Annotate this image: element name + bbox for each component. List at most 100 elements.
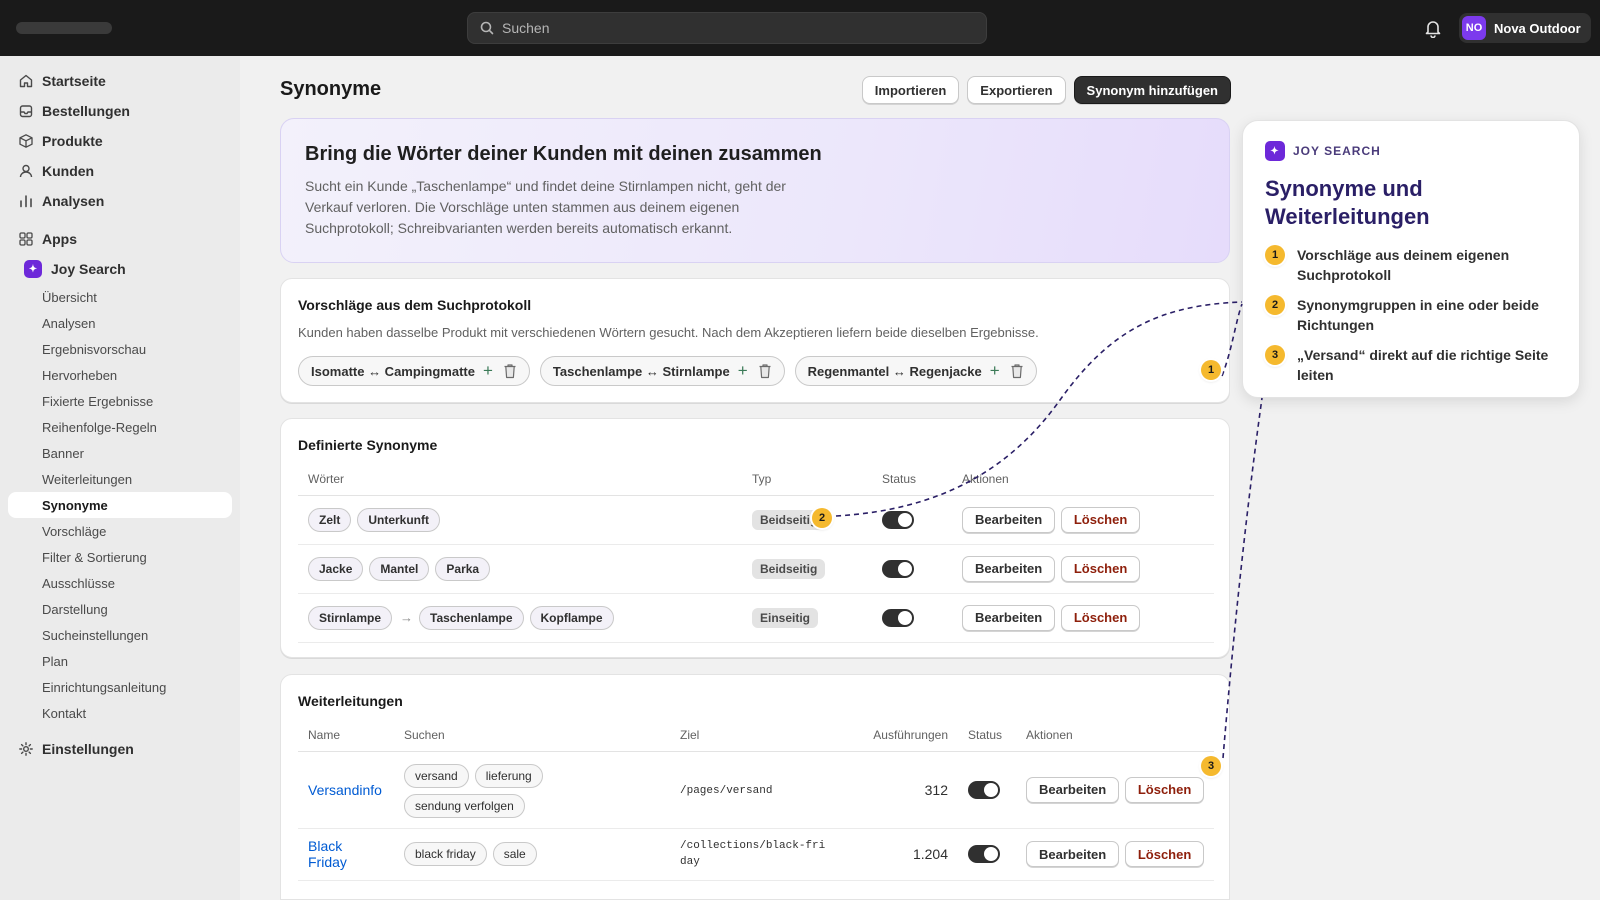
analytics-icon: [20, 195, 32, 208]
edit-button[interactable]: Bearbeiten: [1026, 841, 1120, 867]
column-header: Ziel: [670, 719, 850, 752]
sidebar-subitem-fixierte-ergebnisse[interactable]: Fixierte Ergebnisse: [8, 388, 232, 414]
type-badge: Beidseitig: [752, 558, 826, 579]
sidebar-subitem-sucheinstellungen[interactable]: Sucheinstellungen: [8, 622, 232, 648]
sidebar-subitem-vorschlaege[interactable]: Vorschläge: [8, 518, 232, 544]
import-button[interactable]: Importieren: [861, 76, 960, 104]
plus-icon[interactable]: +: [990, 361, 1000, 381]
sidebar-subitem-hervorheben[interactable]: Hervorheben: [8, 362, 232, 388]
sidebar-subitem-plan[interactable]: Plan: [8, 648, 232, 674]
table-row: Jacke Mantel Parka Beidseitig Bearbeiten L…: [298, 544, 1214, 594]
page-title: Synonyme: [280, 78, 382, 100]
sidebar-subitem-filter-sortierung[interactable]: Filter & Sortierung: [8, 544, 232, 570]
redirects-title: Weiterleitungen: [298, 693, 403, 709]
sidebar-item-einstellungen[interactable]: Einstellungen: [8, 734, 232, 764]
sidebar-item-bestellungen[interactable]: Bestellungen: [8, 96, 232, 126]
status-toggle[interactable]: [882, 510, 914, 529]
export-button[interactable]: Exportieren: [967, 76, 1066, 104]
delete-button[interactable]: Löschen: [1124, 841, 1205, 867]
bell-icon[interactable]: [1424, 18, 1442, 38]
edit-button[interactable]: Bearbeiten: [962, 604, 1056, 631]
delete-button[interactable]: Löschen: [1124, 776, 1205, 803]
callout-point: 2 Synonymgruppen in eine oder beide Rich…: [1265, 295, 1557, 335]
sidebar-item-label: Startseite: [42, 73, 106, 89]
sidebar-subitem-kontakt[interactable]: Kontakt: [8, 700, 232, 726]
suggestion-label: Taschenlampe ↔ Stirnlampe: [552, 363, 730, 379]
status-toggle[interactable]: [968, 780, 1000, 799]
delete-button[interactable]: Löschen: [1060, 555, 1141, 582]
banner-text: Sucht ein Kunde „Taschenlampe“ und finde…: [305, 178, 786, 236]
table-row: Versandinfo versand lieferung sendung verf…: [298, 751, 1214, 829]
trash-icon[interactable]: [1008, 362, 1026, 380]
sidebar-subitem-reihenfolge-regeln[interactable]: Reihenfolge-Regeln: [8, 414, 232, 440]
sidebar-item-label: Apps: [42, 231, 77, 247]
callout-point: 1 Vorschläge aus deinem eigenen Suchprot…: [1265, 245, 1557, 285]
sidebar-subitem-analysen[interactable]: Analysen: [8, 310, 232, 336]
suggestion-list: Isomatte ↔ Campingmatte + Taschenlampe ↔…: [298, 356, 1037, 386]
suggestion-label: Regenmantel ↔ Regenjacke: [807, 363, 982, 379]
column-header: Aktionen: [952, 463, 1214, 496]
status-toggle[interactable]: [882, 608, 914, 627]
intro-banner: Bring die Wörter deiner Kunden mit deine…: [280, 118, 1230, 263]
sidebar-item-kunden[interactable]: Kunden: [8, 156, 232, 186]
search-input[interactable]: Suchen: [467, 12, 987, 44]
redirect-name-link[interactable]: Versandinfo: [308, 782, 382, 798]
redirects-table: Name Suchen Ziel Ausführungen Status Akt…: [298, 719, 1214, 881]
status-toggle[interactable]: [882, 559, 914, 578]
redirect-name-link[interactable]: Black Friday: [308, 838, 368, 870]
sidebar-subitem-synonyme[interactable]: Synonyme: [8, 492, 232, 518]
edit-button[interactable]: Bearbeiten: [1026, 776, 1120, 803]
step-number-badge: 2: [1265, 295, 1285, 315]
column-header: Status: [958, 719, 1016, 752]
top-bar: Suchen NO Nova Outdoor: [0, 0, 1600, 56]
delete-button[interactable]: Löschen: [1060, 604, 1141, 631]
arrow-right-icon: →: [400, 609, 414, 625]
callout-point-text: „Versand“ direkt auf die richtige Seite …: [1297, 347, 1549, 383]
sidebar-subitem-weiterleitungen[interactable]: Weiterleitungen: [8, 466, 232, 492]
step-number-badge: 1: [1265, 245, 1285, 265]
table-row: Zelt Unterkunft Beidseitig Bearbeiten Lös…: [298, 495, 1214, 545]
sidebar-item-analysen[interactable]: Analysen: [8, 186, 232, 216]
status-toggle[interactable]: [968, 845, 1000, 863]
synonyms-title: Definierte Synonyme: [298, 437, 438, 453]
plus-icon[interactable]: +: [738, 361, 748, 381]
sidebar-item-produkte[interactable]: Produkte: [8, 126, 232, 156]
sidebar-item-apps[interactable]: Apps: [8, 224, 232, 254]
store-name: Nova Outdoor: [1494, 20, 1581, 36]
callout-list: 1 Vorschläge aus deinem eigenen Suchprot…: [1265, 245, 1557, 385]
sidebar-subitem-banner[interactable]: Banner: [8, 440, 232, 466]
sidebar-subitem-ergebnisvorschau[interactable]: Ergebnisvorschau: [8, 336, 232, 362]
sidebar-item-joy-search[interactable]: ✦ Joy Search: [8, 254, 232, 284]
sidebar-subitem-einrichtungsanleitung[interactable]: Einrichtungsanleitung: [8, 674, 232, 700]
words-cell: Stirnlampe → Taschenlampe Kopflampe: [298, 593, 742, 643]
edit-button[interactable]: Bearbeiten: [962, 555, 1056, 582]
sidebar-item-startseite[interactable]: Startseite: [8, 66, 232, 96]
words-cell: Jacke Mantel Parka: [298, 544, 742, 594]
plus-icon[interactable]: +: [483, 361, 493, 381]
callout-kicker-text: JOY SEARCH: [1293, 144, 1381, 158]
sidebar-subitem-ausschluesse[interactable]: Ausschlüsse: [8, 570, 232, 596]
source-word-chip: Stirnlampe: [308, 605, 393, 630]
edit-button[interactable]: Bearbeiten: [962, 506, 1056, 533]
search-term-chip: sendung verfolgen: [404, 793, 525, 818]
trash-icon[interactable]: [501, 362, 519, 380]
delete-button[interactable]: Löschen: [1060, 506, 1141, 533]
add-synonym-button[interactable]: Synonym hinzufügen: [1073, 76, 1231, 104]
word-chip: Mantel: [369, 556, 430, 581]
trash-icon[interactable]: [756, 362, 774, 380]
store-menu[interactable]: NO Nova Outdoor: [1459, 13, 1591, 43]
logo[interactable]: [16, 22, 112, 34]
type-badge: Einseitig: [752, 607, 819, 628]
products-icon: [19, 134, 33, 148]
execution-count: 312: [850, 751, 958, 829]
suggestion-chip: Isomatte ↔ Campingmatte +: [298, 356, 530, 386]
sidebar-subitem-uebersicht[interactable]: Übersicht: [8, 284, 232, 310]
step-number-badge: 3: [1265, 345, 1285, 365]
callout-point-text: Vorschläge aus deinem eigenen Suchprotok…: [1297, 247, 1510, 283]
column-header: Ausführungen: [850, 719, 958, 752]
search-term-chip: black friday: [404, 842, 487, 866]
column-header: Typ: [742, 463, 872, 496]
page-actions: Importieren Exportieren Synonym hinzufüg…: [861, 76, 1231, 104]
sidebar-subitem-darstellung[interactable]: Darstellung: [8, 596, 232, 622]
synonyms-card: Definierte Synonyme Wörter Typ Status Ak…: [280, 418, 1230, 658]
